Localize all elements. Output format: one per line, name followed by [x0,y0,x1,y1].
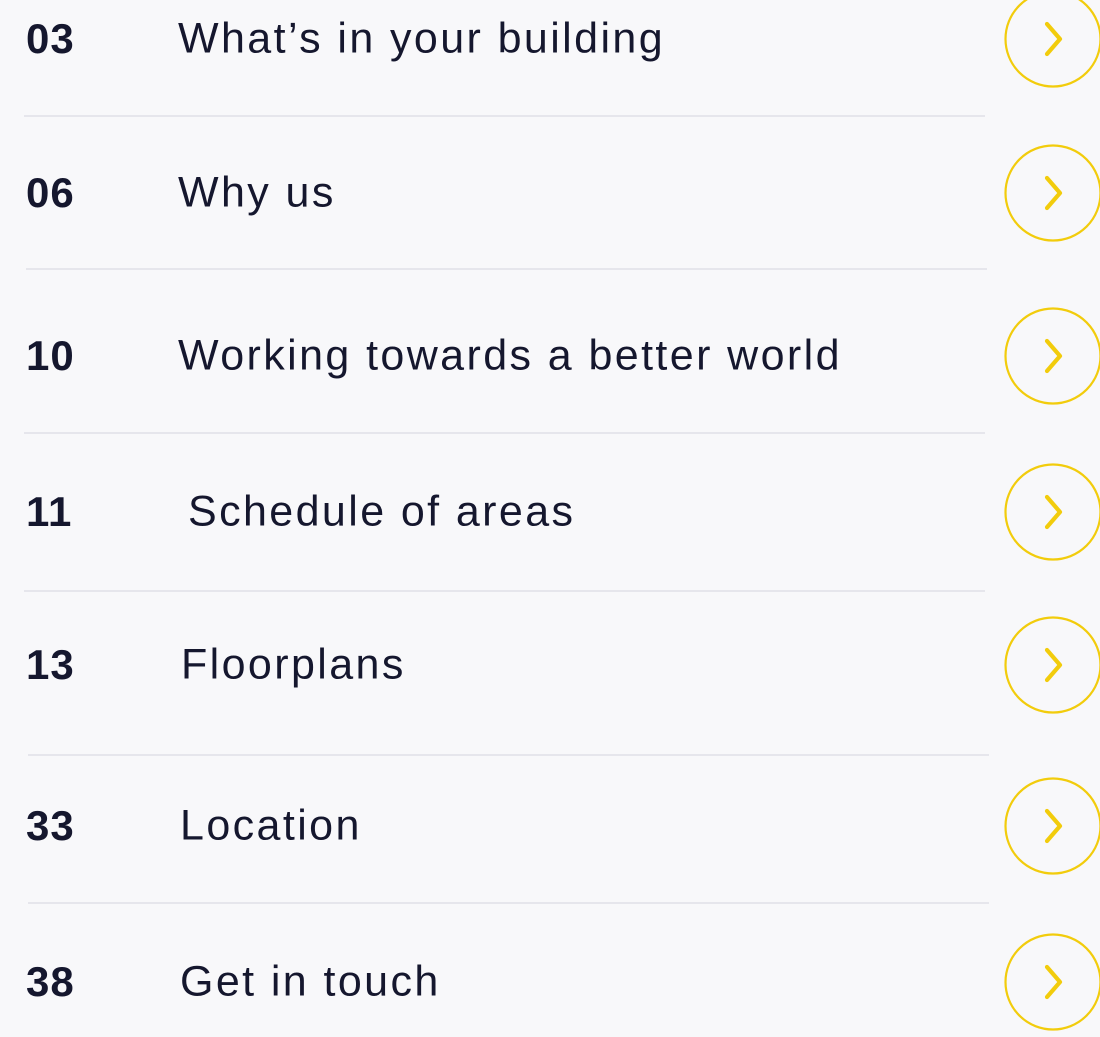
chevron-right-circle-icon[interactable] [1004,933,1100,1031]
toc-item-schedule-of-areas[interactable]: 11 Schedule of areas [0,457,1100,567]
toc-item-title: Get in touch [180,961,441,1004]
toc-page-number: 03 [26,18,75,60]
divider [24,432,985,434]
toc-page-number: 10 [26,335,75,377]
toc-item-title: Why us [178,172,336,215]
chevron-right-circle-icon[interactable] [1004,463,1100,561]
toc-page-number: 13 [26,644,75,686]
chevron-right-circle-icon[interactable] [1004,616,1100,714]
toc-item-working-towards-a-better-world[interactable]: 10 Working towards a better world [0,301,1100,411]
toc-item-location[interactable]: 33 Location [0,771,1100,881]
divider [26,268,987,270]
toc-page-number: 06 [26,172,75,214]
chevron-right-circle-icon[interactable] [1004,0,1100,88]
divider [24,590,985,592]
toc-item-whats-in-your-building[interactable]: 03 What’s in your building [0,0,1100,94]
toc-item-title: Schedule of areas [188,491,575,534]
chevron-right-circle-icon[interactable] [1004,307,1100,405]
toc-page-number: 11 [26,491,72,533]
toc-page-number: 33 [26,805,75,847]
toc-page-number: 38 [26,961,75,1003]
toc-item-get-in-touch[interactable]: 38 Get in touch [0,927,1100,1037]
chevron-right-circle-icon[interactable] [1004,144,1100,242]
table-of-contents: 03 What’s in your building 06 Why us 10 … [0,0,1100,1031]
divider [24,115,985,117]
toc-item-title: Working towards a better world [178,335,842,378]
toc-item-title: What’s in your building [178,18,665,61]
chevron-right-circle-icon[interactable] [1004,777,1100,875]
divider [28,902,989,904]
divider [28,754,989,756]
toc-item-floorplans[interactable]: 13 Floorplans [0,610,1100,720]
toc-item-why-us[interactable]: 06 Why us [0,138,1100,248]
toc-item-title: Location [180,805,362,848]
toc-item-title: Floorplans [181,644,406,687]
